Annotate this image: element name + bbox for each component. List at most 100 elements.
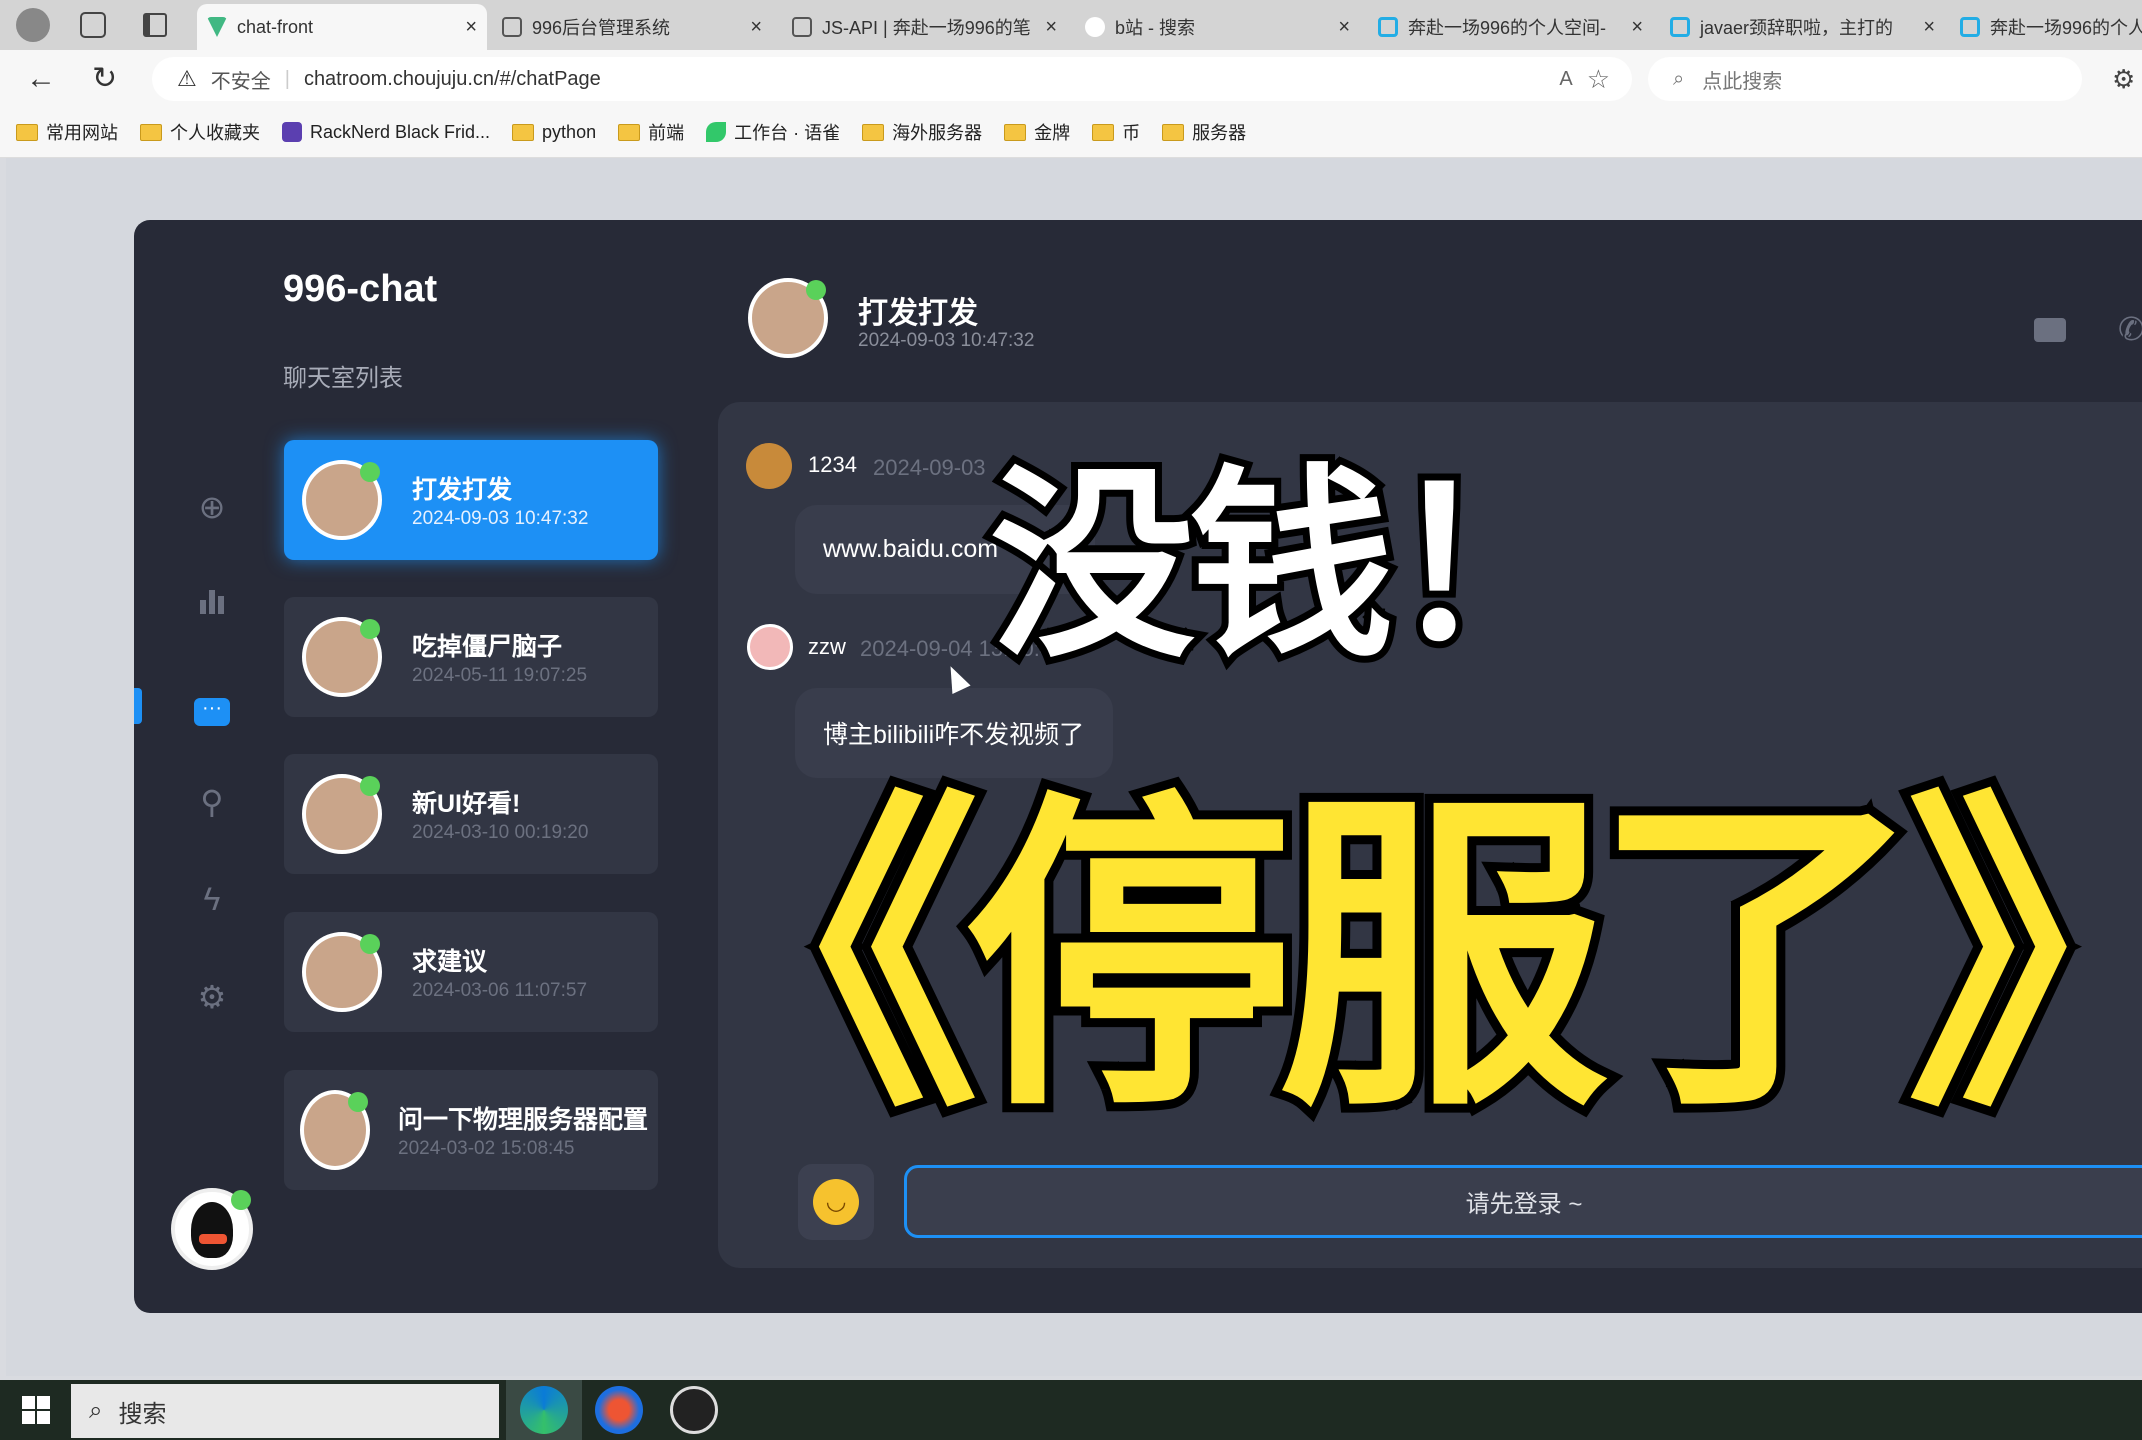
message-username: 1234 (808, 452, 857, 477)
bookmark-label: python (542, 121, 597, 142)
workspaces-icon[interactable] (80, 12, 106, 38)
search-placeholder: 点此搜索 (1702, 70, 1783, 93)
message-time: 2024-09-03 (873, 455, 986, 480)
room-avatar (302, 774, 382, 854)
online-status-dot (231, 1190, 251, 1210)
bookmark[interactable]: 海外服务器 (862, 119, 982, 145)
room-time: 2024-05-11 19:07:25 (412, 665, 588, 686)
room-avatar (302, 460, 382, 540)
bookmarks-bar: 常用网站 个人收藏夹 RackNerd Black Frid... python… (0, 107, 2142, 158)
tab-bilibili-2[interactable]: javaer颈辞职啦，主打的 × (1660, 4, 1945, 50)
user-avatar[interactable] (171, 1188, 253, 1270)
close-tab-icon[interactable]: × (1631, 16, 1643, 39)
close-tab-icon[interactable]: × (1045, 16, 1057, 39)
security-label[interactable]: 不安全 (211, 65, 271, 94)
search-icon: ⌕ (1673, 67, 1685, 90)
tab-bilibili-3[interactable]: 奔赴一场996的个人 (1950, 4, 2142, 50)
chat-icon[interactable]: ··· (192, 683, 232, 726)
bookmark-label: 常用网站 (46, 123, 118, 143)
bookmark[interactable]: 常用网站 (16, 119, 118, 145)
message-username: zzw (808, 634, 846, 659)
online-status-dot (360, 776, 380, 796)
emoji-button[interactable]: ◡ (798, 1164, 874, 1240)
tab-label: b站 - 搜索 (1115, 18, 1196, 38)
folder-icon (862, 123, 885, 141)
bookmark-label: RackNerd Black Frid... (310, 121, 491, 142)
gear-icon[interactable]: ⚙ (192, 977, 232, 1017)
extensions-icon[interactable]: ⚙ (2112, 64, 2135, 95)
chat-time: 2024-09-03 10:47:32 (858, 330, 1035, 351)
online-status-dot (360, 934, 380, 954)
page-icon (502, 17, 522, 37)
url-text: chatroom.choujuju.cn/#/chatPage (303, 67, 601, 90)
folder-icon (1162, 123, 1185, 141)
close-tab-icon[interactable]: × (1338, 16, 1350, 39)
tab-js-api[interactable]: JS-API | 奔赴一场996的笔 × (782, 4, 1067, 50)
yuque-icon (706, 122, 727, 142)
search-input[interactable]: ⌕ 点此搜索 (1648, 57, 2082, 101)
bookmark[interactable]: 前端 (618, 119, 684, 145)
back-icon[interactable]: ← (26, 62, 56, 96)
antenna-icon[interactable]: ⚲ (192, 782, 232, 822)
close-tab-icon[interactable]: × (1923, 16, 1935, 39)
bookmark-label: 服务器 (1192, 123, 1247, 143)
vertical-tabs-icon[interactable] (143, 13, 167, 37)
tab-label: 996后台管理系统 (532, 18, 671, 38)
bookmark[interactable]: 币 (1092, 119, 1140, 145)
bookmark[interactable]: 服务器 (1162, 119, 1246, 145)
online-status-dot (360, 619, 380, 639)
room-name: 打发打发 (412, 476, 513, 504)
bookmark-label: 前端 (648, 123, 685, 143)
message-input[interactable]: 请先登录 ~ (904, 1165, 2142, 1238)
obs-icon[interactable] (670, 1386, 718, 1434)
tab-label: javaer颈辞职啦，主打的 (1700, 18, 1894, 38)
room-name: 吃掉僵尸脑子 (412, 633, 563, 661)
video-call-icon[interactable] (2034, 318, 2066, 342)
app-icon[interactable] (595, 1386, 643, 1434)
bookmark[interactable]: 个人收藏夹 (140, 119, 260, 145)
bookmark[interactable]: python (512, 122, 596, 143)
room-item[interactable]: 新UI好看! 2024-03-10 00:19:20 (284, 754, 658, 874)
online-status-dot (806, 280, 826, 300)
room-name: 求建议 (412, 948, 488, 976)
refresh-icon[interactable]: ↻ (92, 61, 117, 96)
plus-circle-icon[interactable]: ⊕ (192, 487, 232, 527)
chat-title: 打发打发 (858, 297, 978, 330)
read-aloud-icon[interactable]: A (1559, 68, 1572, 91)
search-icon (1085, 17, 1105, 37)
tab-label: 奔赴一场996的个人空间- (1408, 18, 1607, 38)
lightning-icon[interactable]: ϟ (192, 879, 232, 919)
room-time: 2024-09-03 10:47:32 (412, 508, 589, 529)
folder-icon (618, 123, 641, 141)
close-tab-icon[interactable]: × (465, 16, 477, 39)
room-item[interactable]: 求建议 2024-03-06 11:07:57 (284, 912, 658, 1032)
tab-label: 奔赴一场996的个人 (1990, 18, 2142, 38)
url-field[interactable]: ⚠ 不安全 | chatroom.choujuju.cn/#/chatPage … (152, 57, 1632, 101)
bookmark-label: 个人收藏夹 (170, 123, 260, 143)
favorite-star-icon[interactable]: ☆ (1587, 64, 1610, 95)
room-item[interactable]: 打发打发 2024-09-03 10:47:32 (284, 440, 658, 560)
close-tab-icon[interactable]: × (750, 16, 762, 39)
room-item[interactable]: 问一下物理服务器配置 2024-03-02 15:08:45 (284, 1070, 658, 1190)
overlay-caption-main: 《停服了》 (641, 757, 2142, 1159)
bookmark-label: 工作台 · 语雀 (734, 123, 841, 143)
windows-start-icon[interactable] (22, 1396, 50, 1424)
tab-bilibili-1[interactable]: 奔赴一场996的个人空间- × (1368, 4, 1653, 50)
room-item[interactable]: 吃掉僵尸脑子 2024-05-11 19:07:25 (284, 597, 658, 717)
bookmark[interactable]: RackNerd Black Frid... (282, 122, 490, 143)
edge-icon[interactable] (520, 1386, 568, 1434)
taskbar-search[interactable]: ⌕ 搜索 (71, 1384, 499, 1438)
bookmark[interactable]: 工作台 · 语雀 (706, 119, 840, 145)
bookmark[interactable]: 金牌 (1004, 119, 1070, 145)
folder-icon (140, 123, 162, 141)
phone-icon[interactable]: ✆ (2118, 310, 2142, 348)
room-name: 新UI好看! (412, 790, 521, 818)
folder-icon (1092, 123, 1115, 141)
tab-chat-front[interactable]: chat-front × (197, 4, 487, 50)
tab-admin[interactable]: 996后台管理系统 × (492, 4, 772, 50)
bar-chart-icon[interactable] (192, 585, 232, 625)
page-icon (792, 17, 812, 37)
profile-icon[interactable] (16, 8, 50, 42)
tab-bing[interactable]: b站 - 搜索 × (1075, 4, 1360, 50)
user-avatar-1234 (746, 443, 792, 489)
